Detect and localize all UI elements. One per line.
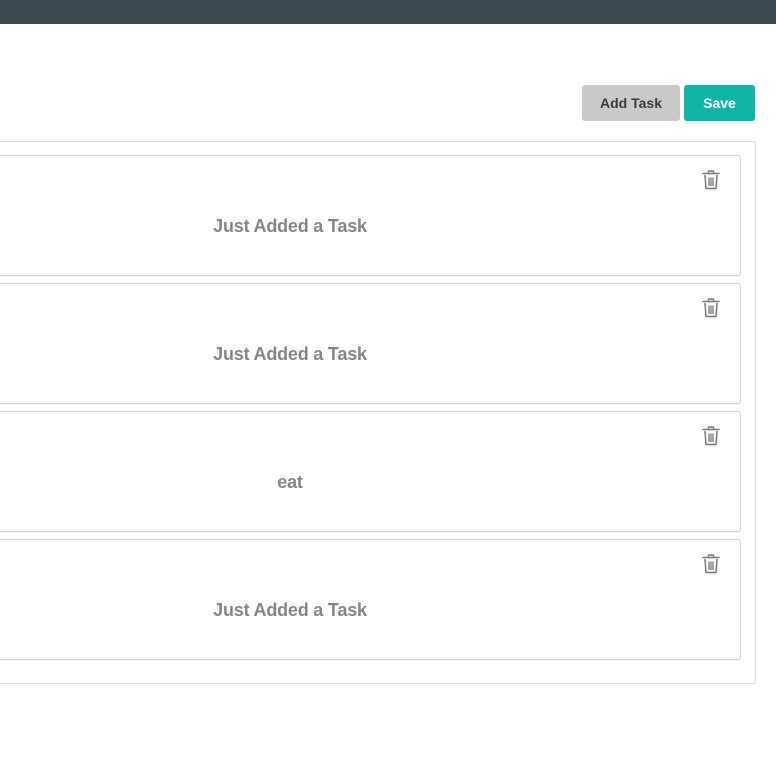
task-title: Just Added a Task	[213, 600, 367, 620]
task-card[interactable]: Just Added a Task	[0, 539, 741, 660]
trash-icon[interactable]	[702, 298, 720, 318]
task-title: Just Added a Task	[213, 344, 367, 364]
task-toolbar: Add Task Save	[582, 85, 755, 121]
task-title: Just Added a Task	[213, 216, 367, 236]
task-card[interactable]: Just Added a Task	[0, 283, 741, 404]
top-navigation-bar	[0, 0, 776, 24]
task-card[interactable]: Just Added a Task	[0, 155, 741, 276]
trash-icon[interactable]	[702, 554, 720, 574]
trash-icon[interactable]	[702, 170, 720, 190]
task-title: eat	[277, 472, 303, 492]
add-task-button[interactable]: Add Task	[582, 85, 680, 121]
task-card[interactable]: eat	[0, 411, 741, 532]
trash-icon[interactable]	[702, 426, 720, 446]
save-button[interactable]: Save	[684, 85, 755, 121]
